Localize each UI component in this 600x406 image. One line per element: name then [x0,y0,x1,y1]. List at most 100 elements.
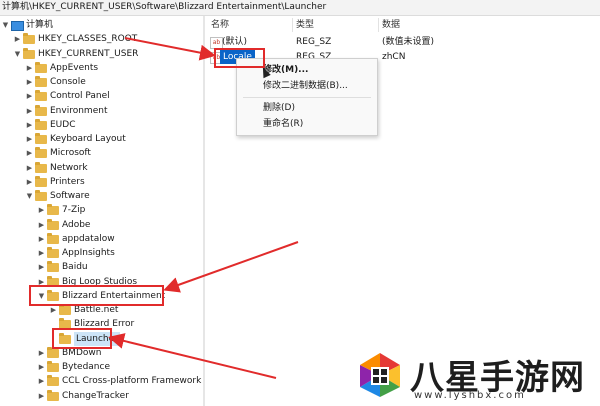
tree-item-label: 7-Zip [62,205,86,216]
folder-icon [35,118,47,130]
tree-item-label: Printers [50,176,85,187]
tree-item-label: Microsoft [50,148,91,159]
menu-item-delete[interactable]: 删除(D) [237,101,377,115]
chevron-right-icon[interactable]: ▶ [25,175,34,189]
tree-item[interactable]: ▶ AppEvents [0,61,203,75]
folder-icon [47,261,59,273]
tree-item[interactable]: ▶ EUDC [0,118,203,132]
highlight-box-blizzard [29,285,164,306]
highlight-box-locale [214,48,265,68]
folder-icon [47,389,59,401]
menu-item-modify-binary[interactable]: 修改二进制数据(B)... [237,79,377,93]
tree-item[interactable]: ▶ Microsoft [0,146,203,160]
tree-item-label: 计算机 [26,20,54,30]
column-header-data[interactable]: 数据 [382,18,400,32]
chevron-right-icon[interactable]: ▶ [25,118,34,132]
menu-separator [243,97,371,98]
menu-item-label: 删除(D) [263,103,295,113]
tree-item-label: Adobe [62,219,91,230]
folder-icon [23,33,35,45]
folder-icon [47,375,59,387]
tree-item[interactable]: ▶ Adobe [0,218,203,232]
tree-item[interactable]: ▶ appdatalow [0,232,203,246]
chevron-down-icon[interactable]: ▼ [13,47,22,61]
folder-icon [23,47,35,59]
tree-item-label: Control Panel [50,91,110,102]
folder-icon [35,175,47,187]
chevron-right-icon[interactable]: ▶ [25,75,34,89]
tree-item-label: AppEvents [50,62,99,73]
column-header-type[interactable]: 类型 [296,18,314,32]
tree-item-label: HKEY_CLASSES_ROOT [38,34,138,45]
chevron-right-icon[interactable]: ▶ [25,161,34,175]
tree-item[interactable]: ▶ Environment [0,104,203,118]
folder-icon [35,133,47,144]
tree-item[interactable]: ▶ Console [0,75,203,89]
tree-item[interactable]: ▶ Control Panel [0,89,203,103]
chevron-right-icon[interactable]: ▶ [37,346,46,360]
tree-item[interactable]: ▶ AppInsights [0,246,203,260]
tree-item-label: Network [50,162,88,173]
value-row-default[interactable]: ab (默认) REG_SZ (数值未设置) [205,35,600,49]
chevron-right-icon[interactable]: ▶ [37,232,46,246]
chevron-right-icon[interactable]: ▶ [37,246,46,260]
tree-item[interactable]: ▶ ChangeTracker [0,389,203,403]
chevron-right-icon[interactable]: ▶ [37,360,46,374]
column-separator[interactable] [292,18,293,32]
tree-item[interactable]: ▶ 7-Zip [0,203,203,217]
chevron-right-icon[interactable]: ▶ [25,61,34,75]
folder-icon [35,104,47,116]
context-menu: 修改(M)... 修改二进制数据(B)... 删除(D) 重命名(R) [236,58,378,136]
chevron-right-icon[interactable]: ▶ [25,146,34,160]
menu-item-label: 修改二进制数据(B)... [263,81,348,91]
folder-icon [47,218,59,230]
chevron-right-icon[interactable]: ▶ [25,89,34,103]
folder-icon [47,204,59,216]
folder-icon [47,247,59,258]
tree-item-label: Console [50,77,86,87]
chevron-right-icon[interactable]: ▶ [37,218,46,232]
column-header-name[interactable]: 名称 [211,18,229,32]
tree-item[interactable]: ▼ Software [0,189,203,203]
folder-icon [35,90,47,102]
tree-item[interactable]: ▼ 计算机 [0,18,203,32]
tree-item[interactable]: ▶ CCL Cross-platform Framework [0,374,203,388]
pane-divider[interactable] [203,16,205,406]
tree-item[interactable]: ▶ Bytedance [0,360,203,374]
value-data: (数值未设置) [382,37,435,47]
highlight-box-launcher [52,328,112,349]
column-separator[interactable] [378,18,379,32]
folder-icon [35,161,47,173]
folder-icon [47,346,59,358]
tree-item[interactable]: ▶ Printers [0,175,203,189]
address-bar[interactable]: 计算机\HKEY_CURRENT_USER\Software\Blizzard … [0,0,600,16]
chevron-down-icon[interactable]: ▼ [25,189,34,203]
chevron-right-icon[interactable]: ▶ [25,104,34,118]
chevron-right-icon[interactable]: ▶ [25,132,34,146]
watermark-url: www.lyshbx.com [414,390,526,401]
watermark-logo-icon [360,353,400,397]
chevron-right-icon[interactable]: ▶ [37,374,46,388]
chevron-right-icon[interactable]: ▶ [13,32,22,46]
value-type: REG_SZ [296,37,332,47]
menu-item-rename[interactable]: 重命名(R) [237,117,377,131]
tree-item-label: ChangeTracker [62,390,129,401]
tree-item[interactable]: ▼ HKEY_CURRENT_USER [0,47,203,61]
chevron-right-icon[interactable]: ▶ [37,203,46,217]
chevron-right-icon[interactable]: ▶ [37,260,46,274]
tree-item[interactable]: ▶ Keyboard Layout [0,132,203,146]
tree-item[interactable]: ▶ HKEY_CLASSES_ROOT [0,32,203,46]
tree-item[interactable]: ▶ Network [0,161,203,175]
folder-icon [47,361,59,372]
watermark: 八星手游网 www.lyshbx.com [352,345,600,406]
chevron-down-icon[interactable]: ▼ [1,18,10,32]
tree-item-label: Software [50,191,90,201]
tree-item-label: Keyboard Layout [50,134,126,144]
tree-item-label: CCL Cross-platform Framework [62,376,202,387]
menu-item-label: 重命名(R) [263,119,304,129]
tree-item[interactable]: ▶ Baidu [0,260,203,274]
tree-item-label: Environment [50,105,108,116]
chevron-right-icon[interactable]: ▶ [37,389,46,403]
value-name: (默认) [222,37,248,47]
value-data: zhCN [382,52,406,62]
